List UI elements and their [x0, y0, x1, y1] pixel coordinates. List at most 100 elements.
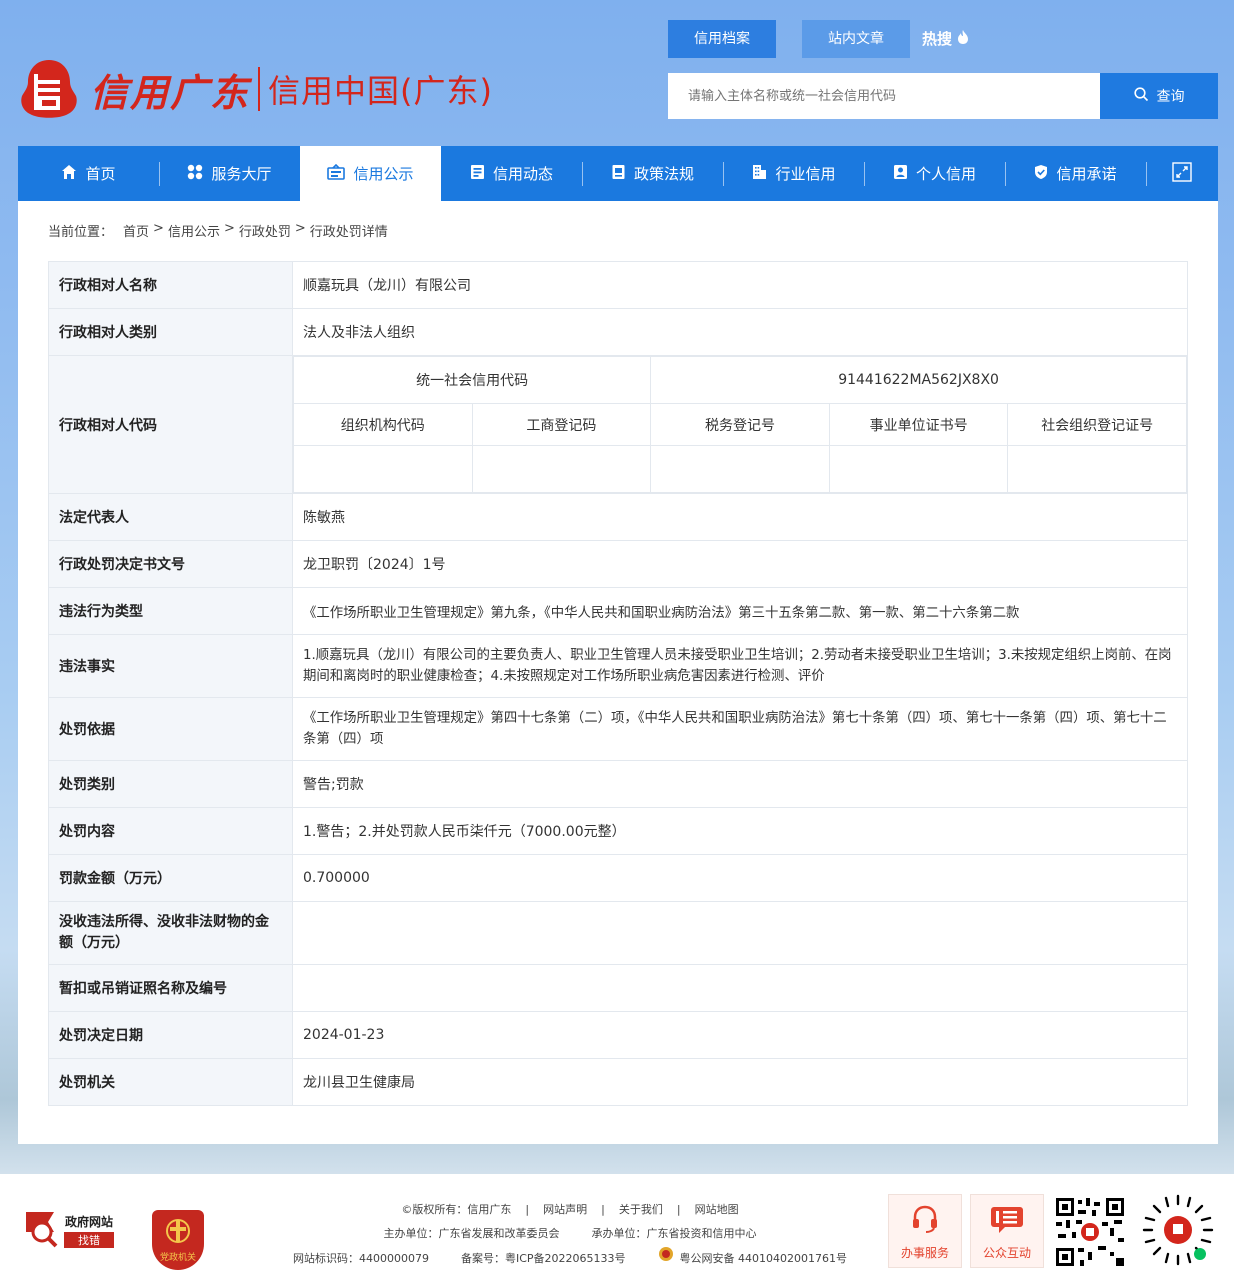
legal-rep-value: 陈敏燕	[292, 493, 1188, 541]
penalty-content-value: 1.警告；2.并处罚款人民币柒仟元（7000.00元整）	[292, 807, 1188, 855]
icp-link[interactable]: 备案号：粤ICP备2022065133号	[461, 1247, 626, 1271]
flame-icon	[956, 29, 970, 49]
wechat-qr-code	[1054, 1196, 1126, 1268]
breadcrumb-separator: >	[153, 221, 164, 236]
code-value	[471, 445, 652, 493]
entity-type-value: 法人及非法人组织	[292, 308, 1188, 356]
nav-item-industry-credit[interactable]: 行业信用	[723, 146, 864, 201]
violation-type-value: 《工作场所职业卫生管理规定》第九条，《中华人民共和国职业病防治法》第三十五条第二…	[292, 587, 1188, 635]
nav-item-label: 信用动态	[492, 165, 553, 183]
breadcrumb-separator: >	[223, 221, 235, 236]
undertaker-text: 承办单位：广东省投资和信用中心	[591, 1227, 757, 1240]
nav-item-home[interactable]: 首页	[18, 146, 159, 201]
service-button[interactable]: 办事服务	[888, 1194, 962, 1268]
footer-link[interactable]: 关于我们	[619, 1198, 663, 1222]
hot-search-link[interactable]: 热搜	[922, 28, 970, 49]
penalty-category-value: 警告;罚款	[292, 760, 1188, 808]
uscc-value: 91441622MA562JX8X0	[650, 356, 1187, 404]
field-label: 行政相对人代码	[48, 355, 293, 494]
code-header: 组织机构代码	[293, 403, 473, 446]
mini-program-code	[1140, 1192, 1216, 1268]
field-label: 没收违法所得、没收非法财物的金额（万元）	[48, 901, 293, 965]
site-logo[interactable]: 信用广东 信用中国(广东)	[18, 54, 493, 124]
footer-link[interactable]: 网站声明	[543, 1198, 587, 1222]
violation-facts-value: 1.顺嘉玩具（龙川）有限公司的主要负责人、职业卫生管理人员未接受职业卫生培训；2…	[292, 634, 1188, 698]
field-label: 行政处罚决定书文号	[48, 540, 293, 588]
license-revocation-value	[292, 964, 1188, 1012]
footer-link[interactable]: 信用广东	[467, 1203, 511, 1216]
breadcrumb-admin-penalty[interactable]: 行政处罚	[239, 221, 291, 240]
interact-button-label: 公众互动	[982, 1246, 1031, 1260]
breadcrumb-separator: >	[294, 221, 306, 236]
nav-item-label: 服务大厅	[211, 165, 272, 183]
search-button[interactable]: 查询	[1100, 73, 1218, 119]
field-label: 处罚机关	[48, 1058, 293, 1106]
breadcrumb-credit-disclosure[interactable]: 信用公示	[168, 221, 220, 240]
table-row: 违法事实 1.顺嘉玩具（龙川）有限公司的主要负责人、职业卫生管理人员未接受职业卫…	[48, 634, 1188, 698]
footer-info: ©版权所有：信用广东 | 网站声明 | 关于我们 | 网站地图 主办单位：广东省…	[270, 1198, 870, 1271]
grid-icon	[187, 164, 203, 184]
interact-button[interactable]: 公众互动	[970, 1194, 1044, 1268]
search-tabs: 信用档案 站内文章	[668, 20, 936, 58]
nav-item-service-hall[interactable]: 服务大厅	[159, 146, 300, 201]
field-label: 违法行为类型	[48, 587, 293, 635]
police-record-link[interactable]: 粤公网安备 44010402001761号	[658, 1246, 847, 1271]
main-nav: 首页 服务大厅 信用公示 信用动态 政策法规 行业信用 个人信用 信用承诺	[18, 146, 1218, 201]
nav-item-label: 信用承诺	[1056, 165, 1117, 183]
decision-doc-no-value: 龙卫职罚〔2024〕1号	[292, 540, 1188, 588]
search-icon	[1133, 86, 1149, 106]
entity-codes-table: 统一社会信用代码 91441622MA562JX8X0 组织机构代码 工商登记码…	[292, 356, 1187, 493]
table-row: 处罚决定日期 2024-01-23	[48, 1011, 1188, 1059]
field-label: 处罚内容	[48, 807, 293, 855]
gov-error-title: 政府网站	[64, 1214, 113, 1229]
code-value	[1007, 445, 1187, 493]
nav-item-personal-credit[interactable]: 个人信用	[864, 146, 1005, 201]
code-header: 工商登记码	[471, 403, 652, 446]
gov-site-error-report-link[interactable]: 政府网站 找错	[24, 1210, 128, 1250]
breadcrumb: 当前位置： 首页 > 信用公示 > 行政处罚 > 行政处罚详情	[48, 221, 388, 240]
party-gov-badge-link[interactable]: 党政机关	[152, 1210, 204, 1270]
code-value	[293, 445, 473, 493]
nav-item-label: 个人信用	[915, 165, 976, 183]
uscc-label: 统一社会信用代码	[292, 356, 652, 404]
service-button-label: 办事服务	[900, 1246, 949, 1260]
footer-link[interactable]: 网站地图	[695, 1198, 739, 1222]
nav-item-label: 政策法规	[633, 165, 694, 183]
police-badge-icon	[658, 1246, 674, 1271]
search-tab-articles[interactable]: 站内文章	[802, 20, 910, 58]
breadcrumb-home[interactable]: 首页	[123, 221, 149, 240]
table-row: 法定代表人 陈敏燕	[48, 493, 1188, 541]
site-id-text: 网站标识码：4400000079	[292, 1251, 429, 1265]
copyright-text: ©版权所有：	[401, 1203, 468, 1216]
breadcrumb-current: 行政处罚详情	[309, 225, 388, 240]
field-label: 暂扣或吊销证照名称及编号	[48, 964, 293, 1012]
person-icon	[893, 164, 908, 184]
search-tab-credit-archive[interactable]: 信用档案	[668, 20, 776, 58]
penalty-basis-value: 《工作场所职业卫生管理规定》第四十七条第（二）项，《中华人民共和国职业病防治法》…	[292, 697, 1188, 761]
nav-item-credit-disclosure[interactable]: 信用公示	[300, 146, 441, 201]
nav-item-policy[interactable]: 政策法规	[582, 146, 723, 201]
nav-item-credit-commitment[interactable]: 信用承诺	[1005, 146, 1146, 201]
nav-item-label: 首页	[85, 165, 116, 183]
table-row: 行政相对人名称 顺嘉玩具（龙川）有限公司	[48, 261, 1188, 309]
table-row: 行政相对人代码 统一社会信用代码 91441622MA562JX8X0 组织机构…	[48, 355, 1188, 494]
nav-item-label: 行业信用	[775, 165, 836, 183]
chat-icon	[989, 1205, 1025, 1238]
logo-emblem-icon	[18, 56, 80, 122]
field-label: 罚款金额（万元）	[48, 854, 293, 902]
building-icon	[751, 164, 767, 184]
penalty-authority-value: 龙川县卫生健康局	[292, 1058, 1188, 1106]
code-header: 社会组织登记证号	[1007, 403, 1187, 446]
field-label: 行政相对人类别	[48, 308, 293, 356]
sponsor-text: 主办单位：广东省发展和改革委员会	[383, 1227, 560, 1240]
fullscreen-button[interactable]	[1146, 146, 1218, 201]
code-header: 事业单位证书号	[828, 403, 1009, 446]
table-row: 处罚类别 警告;罚款	[48, 760, 1188, 808]
shield-icon	[1034, 164, 1048, 184]
logo-site-name: 信用中国(广东)	[268, 72, 493, 110]
nav-item-credit-news[interactable]: 信用动态	[441, 146, 582, 201]
search-input[interactable]	[668, 73, 1100, 119]
confiscation-amount-value	[292, 901, 1188, 965]
code-value	[828, 445, 1009, 493]
fine-amount-value: 0.700000	[292, 854, 1188, 902]
